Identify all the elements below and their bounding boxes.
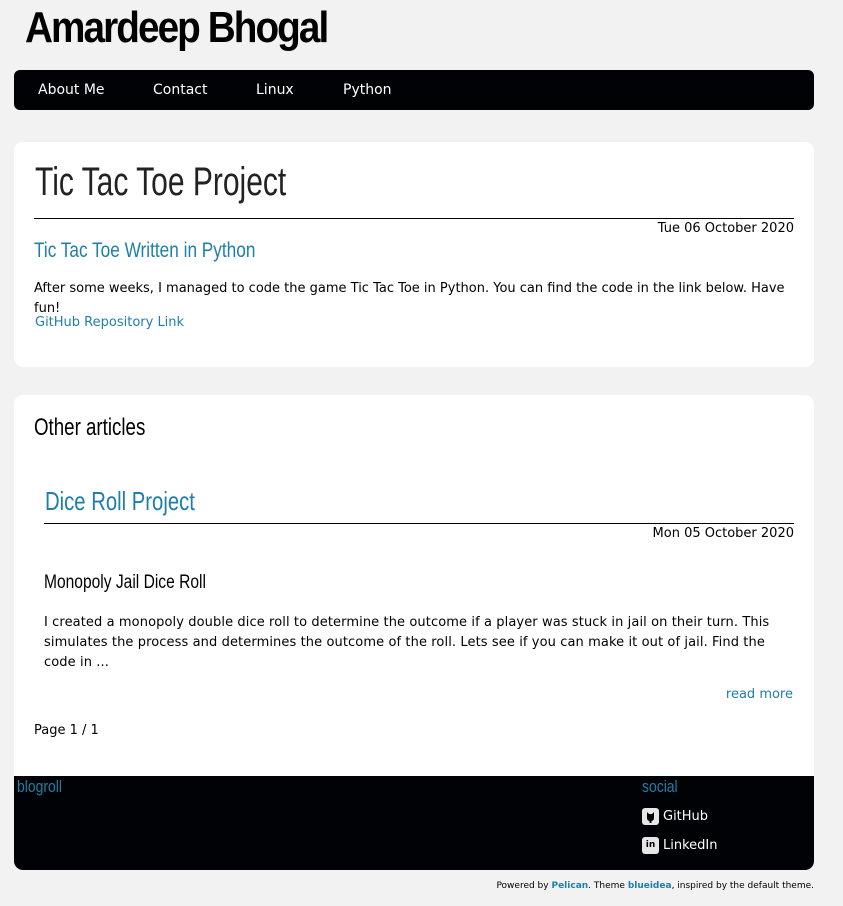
powered-by-footer: Powered by Pelican. Theme blueidea, insp… — [496, 881, 814, 891]
powered-suffix: , inspired by the default theme. — [671, 881, 814, 891]
social-heading: social — [642, 777, 678, 796]
linkedin-icon: in — [642, 837, 659, 854]
site-title[interactable]: Amardeep Bhogal — [25, 2, 329, 54]
social-link-linkedin[interactable]: in LinkedIn — [642, 837, 717, 854]
article-divider — [34, 218, 794, 219]
github-icon — [642, 808, 659, 825]
entry-summary: I created a monopoly double dice roll to… — [44, 615, 770, 670]
article-subtitle: Tic Tac Toe Written in Python — [34, 239, 256, 262]
pagination: Page 1 / 1 — [34, 723, 99, 738]
blogroll-heading: blogroll — [17, 777, 62, 796]
social-link-label: GitHub — [663, 809, 709, 824]
powered-middle: . Theme — [588, 881, 625, 891]
entry-heading: Monopoly Jail Dice Roll — [44, 572, 206, 593]
nav-item-python[interactable]: Python — [343, 70, 392, 110]
nav-item-linux[interactable]: Linux — [256, 70, 294, 110]
github-repository-link[interactable]: GitHub Repository Link — [35, 313, 184, 333]
social-link-label: LinkedIn — [663, 838, 718, 853]
other-articles-heading: Other articles — [34, 414, 146, 441]
article-card: Tic Tac Toe Project Tue 06 October 2020 … — [14, 142, 814, 367]
entry-date: Mon 05 October 2020 — [652, 526, 794, 541]
theme-link[interactable]: blueidea — [628, 881, 672, 891]
nav-item-about-me[interactable]: About Me — [38, 70, 105, 110]
powered-prefix: Powered by — [496, 881, 549, 891]
other-articles-card: Other articles Dice Roll Project Mon 05 … — [14, 395, 814, 776]
pelican-link[interactable]: Pelican — [551, 881, 588, 891]
read-more-link[interactable]: read more — [726, 687, 793, 702]
entry-divider — [44, 523, 794, 524]
social-link-github[interactable]: GitHub — [642, 808, 708, 825]
entry-title-link[interactable]: Dice Roll Project — [45, 483, 195, 519]
nav-item-contact[interactable]: Contact — [153, 70, 207, 110]
article-date: Tue 06 October 2020 — [657, 221, 794, 236]
article-title: Tic Tac Toe Project — [35, 160, 287, 204]
footer: blogroll social GitHub in LinkedIn — [14, 776, 814, 870]
main-navbar: About Me Contact Linux Python — [14, 70, 814, 110]
